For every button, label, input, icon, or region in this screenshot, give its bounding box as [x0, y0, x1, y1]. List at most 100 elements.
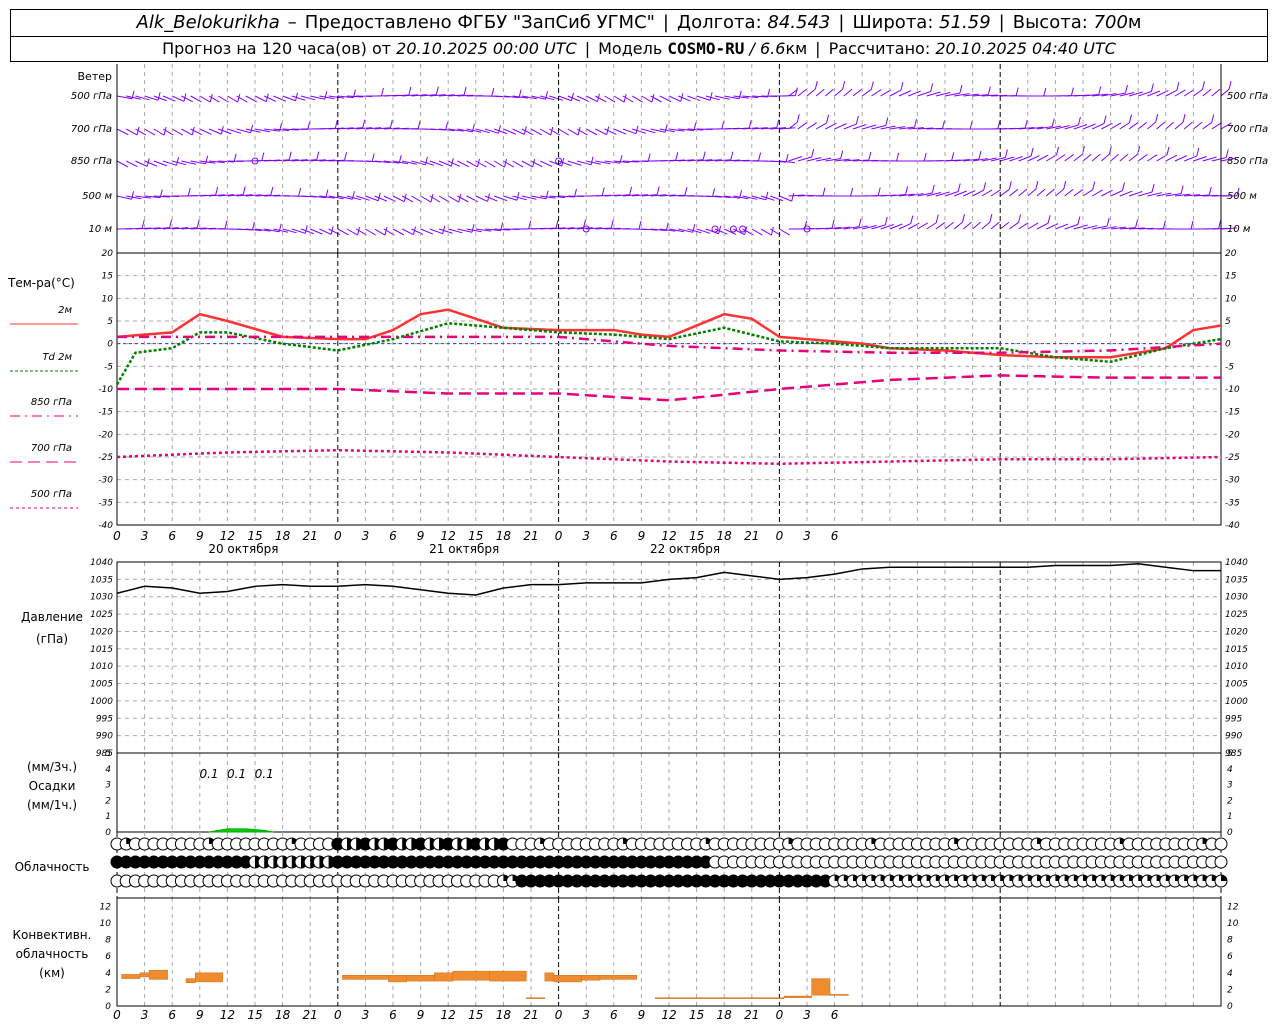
- wind-barb-feather: [1077, 216, 1081, 225]
- wind-barb: [1073, 153, 1083, 162]
- hour-label-bottom: 6: [610, 1008, 618, 1022]
- wind-barb-feather: [910, 215, 914, 224]
- wind-barb-feather: [702, 151, 706, 160]
- wind-barb: [751, 228, 763, 236]
- wind-barb: [1082, 153, 1092, 162]
- pressure-tick-left: 1040: [90, 558, 113, 568]
- precip-unit-3h: (мм/3ч.): [27, 760, 77, 774]
- wind-barb-feather: [1228, 80, 1232, 90]
- hour-label: 15: [468, 529, 483, 543]
- wind-barb-feather: [905, 186, 909, 195]
- wind-barb: [346, 228, 358, 236]
- meteogram: Ветер 500 гПа 500 гПа 700 гПа 700 гПа 850 гП…: [7, 64, 1268, 1022]
- conv-cloud-bar: [452, 970, 490, 981]
- wind-barb-feather: [1056, 146, 1060, 156]
- wind-barb-feather: [1070, 87, 1074, 96]
- wind-barb: [972, 221, 981, 230]
- temp-tick-left: 20: [102, 249, 114, 259]
- wind-barb: [420, 195, 432, 203]
- temp-tick-right: 10: [1225, 294, 1237, 304]
- wind-barb: [585, 128, 598, 136]
- temp-tick-right: -5: [1225, 362, 1234, 372]
- wind-panel-title: Ветер: [78, 70, 112, 83]
- wind-barb-feather: [1182, 113, 1186, 123]
- wind-barb: [1174, 121, 1184, 130]
- hour-label: 15: [247, 529, 262, 543]
- conv-cloud-bar: [434, 972, 454, 982]
- day-label: 22 октября: [650, 542, 720, 556]
- wind-barb-feather: [463, 86, 467, 96]
- temp-tick-right: -10: [1225, 385, 1240, 395]
- wind-barb-feather: [629, 186, 633, 195]
- hour-label-bottom: 15: [689, 1008, 704, 1022]
- wind-barb-feather: [796, 114, 800, 123]
- hour-label: 3: [582, 529, 590, 543]
- precip-tick-left: 5: [105, 749, 111, 759]
- wind-barb-feather: [1208, 186, 1212, 196]
- hour-label: 9: [196, 529, 204, 543]
- wind-barb: [1018, 222, 1029, 230]
- temp-tick-right: 20: [1225, 249, 1237, 259]
- pressure-title-line2: (гПа): [36, 632, 68, 646]
- wind-barb-feather: [1150, 83, 1154, 92]
- wind-barb-feather: [840, 150, 844, 159]
- wind-barb-feather: [930, 83, 934, 92]
- temp-tick-left: -5: [104, 362, 113, 372]
- wind-barb: [374, 228, 386, 236]
- pressure-tick-left: 1000: [90, 697, 113, 707]
- wind-barb: [1055, 188, 1065, 197]
- wind-barb-feather: [1092, 181, 1096, 190]
- wind-barb: [1202, 122, 1213, 130]
- wind-barb: [797, 122, 808, 130]
- conv-cloud-bar: [388, 975, 408, 983]
- hour-label-bottom: 0: [334, 1008, 342, 1022]
- wind-barb-feather: [1030, 147, 1034, 157]
- wind-barb: [1202, 88, 1212, 97]
- wind-barb-feather: [989, 213, 993, 223]
- conv-cloud-bar: [139, 972, 150, 978]
- wind-barb: [125, 160, 138, 168]
- wind-barb: [144, 128, 156, 136]
- wind-barb: [834, 88, 844, 97]
- precip-tick-left: 4: [105, 765, 111, 775]
- precip-tick-right: 5: [1227, 749, 1233, 759]
- conv-cloud-bar: [194, 972, 224, 983]
- conv-tick-left: 12: [100, 902, 112, 912]
- hour-label: 12: [441, 529, 456, 543]
- wind-barb: [963, 221, 972, 230]
- hour-label: 6: [831, 529, 839, 543]
- wind-barb-feather: [935, 214, 939, 223]
- wind-barb: [1055, 154, 1066, 162]
- wind-barb-feather: [765, 191, 769, 200]
- wind-barb-feather: [969, 120, 973, 130]
- precip-amount-label: 0.1: [227, 767, 246, 781]
- pressure-tick-right: 1025: [1225, 610, 1248, 620]
- wind-barb-feather: [1180, 185, 1184, 194]
- wind-barb-feather: [842, 80, 846, 90]
- day-label: 21 октября: [429, 542, 499, 556]
- wind-barb-feather: [826, 114, 830, 124]
- temp-legend-label: 850 гПа: [31, 397, 72, 408]
- precip-amount-label: 0.1: [255, 767, 274, 781]
- hour-label-bottom: 3: [362, 1008, 370, 1022]
- wind-barb-feather: [1018, 214, 1022, 223]
- wind-barb-feather: [516, 192, 520, 201]
- wind-barb-feather: [959, 84, 963, 94]
- wind-barb-feather: [1047, 215, 1051, 224]
- wind-barb-feather: [961, 214, 965, 223]
- conv-cloud-bar: [406, 975, 435, 982]
- wind-barb: [843, 88, 853, 97]
- wind-barb-feather: [417, 120, 421, 129]
- cloud-cover-circle: [1214, 837, 1228, 851]
- pressure-tick-right: 1030: [1225, 593, 1248, 603]
- wind-barb-feather: [923, 152, 927, 162]
- wind-barb: [1018, 188, 1028, 197]
- conv-cloud-bar: [783, 995, 812, 998]
- precip-unit-1h: (мм/1ч.): [27, 798, 77, 812]
- wind-barb: [1183, 121, 1193, 130]
- wind-barb-feather: [528, 220, 532, 230]
- precip-tick-left: 2: [105, 796, 111, 806]
- wind-barb: [1119, 122, 1130, 130]
- hour-label: 6: [610, 529, 618, 543]
- wind-barb-feather: [215, 186, 219, 196]
